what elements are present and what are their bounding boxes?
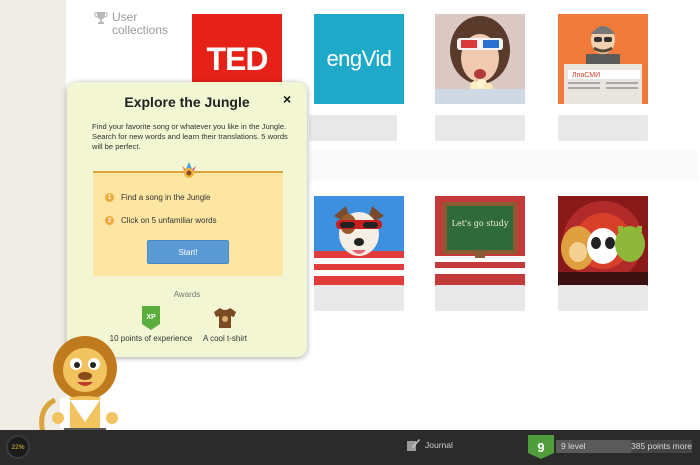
- lotus-emblem-icon: [182, 162, 196, 178]
- level-badge: 9: [528, 435, 554, 459]
- level-progress-bar[interactable]: 9 level 385 points more: [556, 440, 692, 453]
- collection-tile-dog[interactable]: [314, 196, 404, 286]
- collection-tile-cartoon[interactable]: [558, 196, 648, 286]
- step-text: Find a song in the Jungle: [121, 193, 211, 202]
- step-item: 1 Find a song in the Jungle: [105, 193, 210, 202]
- awards-label: Awards: [173, 290, 201, 299]
- engvid-logo: engVid: [326, 46, 392, 71]
- bottom-status-bar: 22% Journal 9 9 level 385 points more: [0, 430, 700, 465]
- collection-tile-engvid[interactable]: engVid: [314, 14, 404, 104]
- user-collections-label: User collections: [112, 10, 169, 37]
- explore-jungle-popup: Explore the Jungle × Find your favorite …: [67, 82, 307, 357]
- dog-image: [314, 196, 404, 286]
- tile-caption-placeholder: [314, 285, 404, 311]
- tile-caption-placeholder: [309, 115, 397, 141]
- step-number: 2: [105, 216, 114, 225]
- tile-caption-placeholder: [558, 285, 648, 311]
- level-text: 9 level: [561, 441, 586, 451]
- step-text: Click on 5 unfamiliar words: [121, 216, 217, 225]
- start-button[interactable]: Start!: [147, 240, 229, 264]
- tile-caption-placeholder: [435, 115, 525, 141]
- award-tshirt: A cool t-shirt: [177, 306, 273, 343]
- trophy-icon: [94, 12, 108, 24]
- cartoon-image: [558, 196, 648, 286]
- tshirt-icon: [214, 308, 236, 328]
- newspaper-man-image: ЛпаСМИ: [558, 14, 648, 104]
- step-item: 2 Click on 5 unfamiliar words: [105, 216, 217, 225]
- journal-icon: [407, 439, 420, 451]
- popup-title: Explore the Jungle: [124, 94, 250, 110]
- tile-caption-placeholder: [435, 285, 525, 311]
- collection-tile-popcorn-girl[interactable]: [435, 14, 525, 104]
- award-caption: A cool t-shirt: [202, 334, 247, 343]
- row-separator: [310, 150, 698, 180]
- user-collections-link[interactable]: User collections: [94, 11, 182, 37]
- xp-badge-text: XP: [146, 314, 156, 321]
- popcorn-girl-image: [435, 14, 525, 104]
- chalkboard-image: Let's go study: [435, 196, 525, 286]
- journal-link[interactable]: Journal: [406, 438, 453, 452]
- steps-panel: 1 Find a song in the Jungle 2 Click on 5…: [93, 162, 283, 276]
- newspaper-text: ЛпаСМИ: [572, 72, 600, 79]
- journal-label: Journal: [425, 440, 453, 450]
- popup-description: Find your favorite song or whatever you …: [92, 122, 288, 151]
- collection-tile-chalkboard[interactable]: Let's go study: [435, 196, 525, 286]
- close-icon[interactable]: ×: [283, 91, 291, 107]
- chalkboard-text: Let's go study: [452, 219, 509, 228]
- ted-logo: TED: [206, 40, 269, 77]
- step-number: 1: [105, 193, 114, 202]
- tile-caption-placeholder: [558, 115, 648, 141]
- points-remaining-text: 385 points more: [631, 441, 692, 451]
- collection-tile-news-reader[interactable]: ЛпаСМИ: [558, 14, 648, 104]
- progress-indicator[interactable]: 22%: [6, 435, 30, 459]
- xp-badge-icon: XP: [142, 306, 160, 330]
